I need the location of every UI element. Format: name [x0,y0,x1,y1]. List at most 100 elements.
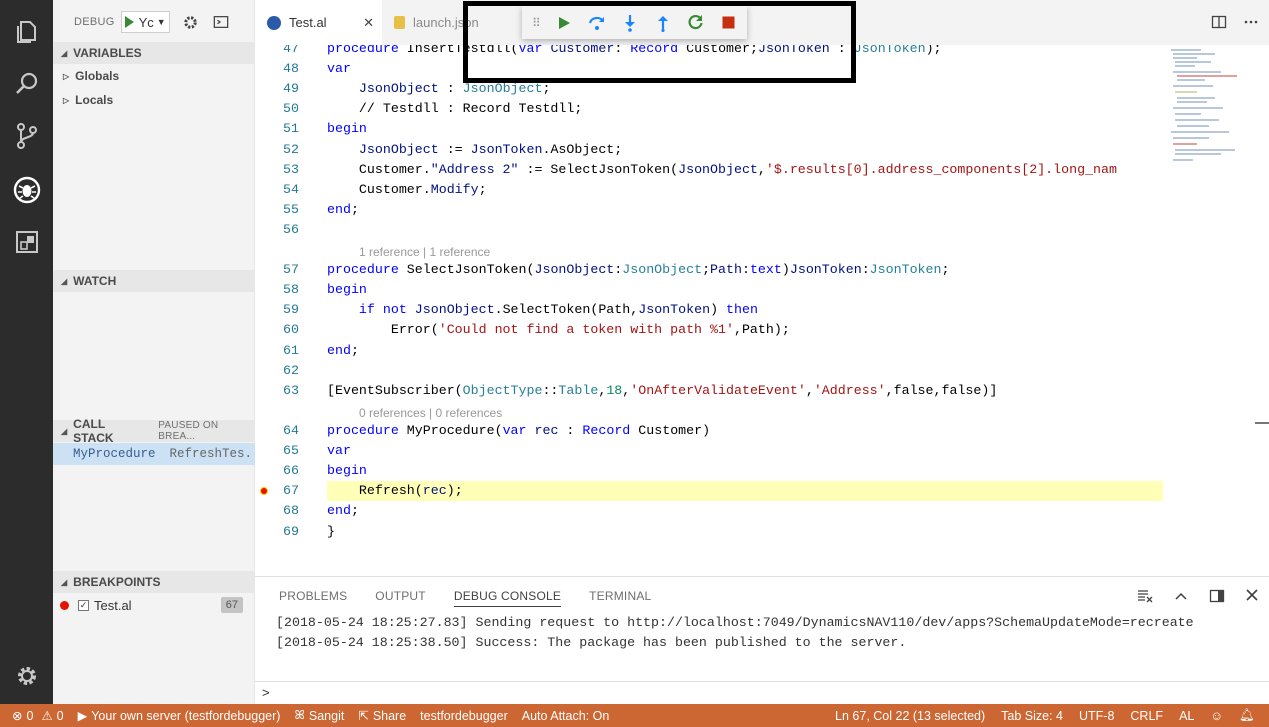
code-line: 65 var [283,443,351,458]
source-control-icon[interactable] [0,112,53,160]
feedback-smiley-icon[interactable]: ☺ [1210,709,1223,723]
config-name: Yc [138,14,154,30]
error-count: 0 [26,708,34,723]
expand-icon: ▷ [63,95,70,105]
server-label: Your own server (testfordebugger) [91,708,281,723]
collapse-icon: ◢ [61,276,68,286]
code-line: 53 Customer."Address 2" := SelectJsonTok… [283,162,1117,177]
watch-section-header[interactable]: ◢ WATCH [53,270,255,292]
clear-console-icon[interactable] [1137,588,1153,607]
code-line: 58 begin [283,282,367,297]
debug-icon[interactable] [0,166,53,214]
search-icon[interactable] [0,60,53,108]
live-share-user[interactable]: ꕤ Sangit [294,708,344,723]
status-bar: ⊗ 0 ⚠ 0 ▶ Your own server (testfordebugg… [0,704,1269,727]
line-ending[interactable]: CRLF [1130,709,1163,723]
tab-terminal[interactable]: TERMINAL [589,589,651,607]
code-line: 61 end; [283,343,359,358]
workspace-label[interactable]: testfordebugger [420,709,508,723]
tab-size[interactable]: Tab Size: 4 [1001,709,1063,723]
call-stack-section-header[interactable]: ◢ CALL STACK PAUSED ON BREA... [53,417,255,445]
code-line-current: 67 Refresh(rec); [283,483,463,498]
breakpoint-item[interactable]: ✓ Test.al 67 [53,594,255,616]
maximize-panel-icon[interactable] [1173,588,1189,607]
console-prompt[interactable]: > [262,685,270,700]
play-icon: ▶ [77,709,88,723]
variable-label: Locals [75,93,114,107]
tab-problems[interactable]: PROBLEMS [279,589,347,607]
bottom-panel: PROBLEMS OUTPUT DEBUG CONSOLE TERMINAL [… [255,576,1269,704]
variables-section-header[interactable]: ◢ VARIABLES [53,42,255,64]
person-icon: ꕤ [294,708,305,722]
code-line: 56 [283,222,299,237]
code-line: 52 JsonObject := JsonToken.AsObject; [283,142,623,157]
auto-attach-status[interactable]: Auto Attach: On [522,709,610,723]
encoding[interactable]: UTF-8 [1079,709,1114,723]
debug-sidebar: DEBUG Yc ▼ ◢ VARIABLES ▷ Globals ▷ Local… [53,0,267,704]
call-stack-frame[interactable]: MyProcedure RefreshTes... [53,443,267,465]
explorer-icon[interactable] [0,8,53,56]
variables-title: VARIABLES [73,46,142,60]
breakpoint-file: Test.al [94,597,132,613]
call-stack-title: CALL STACK [73,417,114,445]
codelens-references[interactable]: 1 reference | 1 reference [359,243,490,261]
code-line: 60 Error('Could not find a token with pa… [283,322,790,337]
annotation-highlight-box [463,1,856,83]
close-panel-icon[interactable] [1245,588,1259,607]
error-icon: ⊗ [12,709,23,723]
debug-server-status[interactable]: ▶ Your own server (testfordebugger) [77,708,281,724]
debug-toolbar: DEBUG Yc ▼ [53,0,255,44]
code-line: 63 [EventSubscriber(ObjectType::Table,18,… [283,383,998,398]
tab-label: Test.al [289,15,327,30]
tab-output[interactable]: OUTPUT [375,589,426,607]
share-icon: ⇱ [358,709,369,723]
code-line: 57 procedure SelectJsonToken(JsonObject:J… [283,262,950,277]
al-file-icon [267,15,281,30]
warning-icon: ⚠ [41,709,53,723]
problems-status[interactable]: ⊗ 0 ⚠ 0 [12,708,64,724]
code-line: 50 // Testdll : Record Testdll; [283,101,583,116]
warning-count: 0 [56,708,64,723]
tab-debug-console[interactable]: DEBUG CONSOLE [453,589,562,607]
code-line: 62 [283,363,299,378]
frame-function: MyProcedure [73,447,156,461]
language-mode[interactable]: AL [1179,709,1194,723]
launch-config-select[interactable]: Yc ▼ [120,11,170,33]
toggle-panel-position-icon[interactable] [1209,588,1225,607]
status-right: Ln 67, Col 22 (13 selected) Tab Size: 4 … [819,704,1269,727]
breakpoint-icon [60,600,69,610]
chevron-down-icon: ▼ [156,17,166,27]
code-line: 66 begin [283,463,367,478]
notifications-bell-icon[interactable]: 🔔︎ [1239,708,1255,723]
minimap[interactable] [1165,45,1269,175]
collapse-icon: ◢ [61,426,68,436]
variables-item-locals[interactable]: ▷ Locals [63,89,113,111]
extensions-icon[interactable] [0,218,53,266]
settings-gear-icon[interactable] [0,652,53,700]
debug-console-icon[interactable] [212,13,230,31]
codelens-references[interactable]: 0 references | 0 references [359,404,502,422]
code-line: 68 end; [283,503,359,518]
code-editor[interactable]: 47 procedure InsertTestdll(Var Customer: … [255,45,1269,576]
breakpoints-section-header[interactable]: ◢ BREAKPOINTS [53,571,255,593]
panel-tabs: PROBLEMS OUTPUT DEBUG CONSOLE TERMINAL [279,589,651,607]
share-label: Share [372,708,407,723]
split-editor-icon[interactable] [1211,14,1227,33]
gear-icon[interactable] [182,13,200,31]
debug-label: DEBUG [74,16,115,28]
code-line: 69} [283,524,335,539]
call-stack-status: PAUSED ON BREA... [158,420,219,442]
close-icon[interactable]: ✕ [363,15,374,31]
breakpoint-checkbox[interactable]: ✓ [78,599,89,611]
share-button[interactable]: ⇱ Share [358,708,407,724]
more-actions-icon[interactable] [1243,14,1259,33]
console-output-line: [2018-05-24 18:25:38.50] Success: The pa… [276,635,907,650]
tab-test-al[interactable]: Test.al ✕ [255,0,382,45]
watch-title: WATCH [73,274,117,288]
panel-actions [1137,588,1259,607]
scrollbar-marker [1255,422,1269,424]
breakpoints-title: BREAKPOINTS [73,575,161,589]
start-debugging-icon[interactable] [124,16,134,28]
cursor-position[interactable]: Ln 67, Col 22 (13 selected) [835,709,985,723]
variables-item-globals[interactable]: ▷ Globals [63,65,119,87]
